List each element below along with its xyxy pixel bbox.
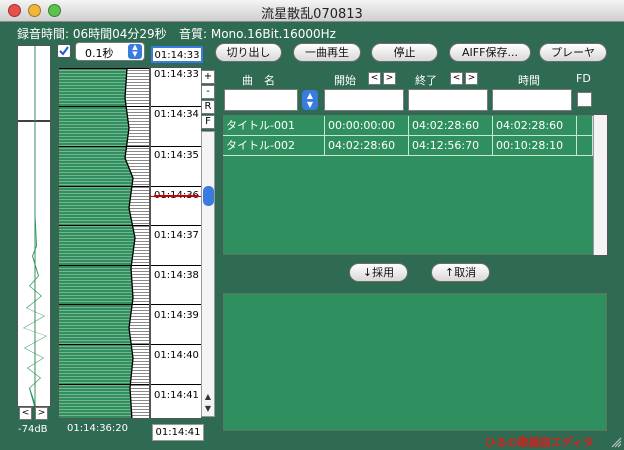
meter-right-button[interactable]: >	[35, 407, 48, 420]
scroll-down-icon[interactable]: ▼	[202, 404, 214, 416]
cell-fd	[577, 116, 593, 136]
end-prev-button[interactable]: <	[450, 72, 463, 85]
lower-list-panel	[222, 292, 608, 432]
waveform-graph	[59, 68, 149, 418]
cell-title: タイトル-002	[223, 136, 325, 156]
forward-button[interactable]: F	[201, 115, 215, 129]
tick-label: 01:14:34	[154, 109, 199, 120]
tick-label: 01:14:38	[154, 270, 199, 281]
title-dropdown-icon[interactable]: ▲ ▼	[302, 90, 318, 110]
meter-left-button[interactable]: <	[19, 407, 32, 420]
zoom-out-button[interactable]: -	[201, 85, 215, 99]
tick-label: 01:14:41	[154, 390, 199, 401]
table-scrollbar[interactable]	[593, 115, 607, 255]
step-select-value: 0.1秒	[85, 47, 114, 60]
adopt-button[interactable]: ↓採用	[349, 263, 408, 282]
tick-label: 01:14:37	[154, 230, 199, 241]
col-fd-header: FD	[576, 72, 591, 85]
cell-title: タイトル-001	[223, 116, 325, 136]
cell-fd	[577, 136, 593, 156]
title-bar: 流星散乱070813	[0, 0, 624, 22]
col-end-header: 終了	[415, 74, 437, 87]
step-select[interactable]: 0.1秒 ▲ ▼	[75, 42, 145, 61]
cell-end: 04:02:28:60	[409, 116, 493, 136]
cell-start: 04:02:28:60	[325, 136, 409, 156]
zoom-in-button[interactable]: +	[201, 70, 215, 84]
start-prev-button[interactable]: <	[368, 72, 381, 85]
cell-start: 00:00:00:00	[325, 116, 409, 136]
cancel-button[interactable]: ↑取消	[431, 263, 490, 282]
table-row[interactable]: タイトル-002 04:02:28:60 04:12:56:70 00:10:2…	[223, 136, 593, 156]
checkmark-icon	[59, 46, 69, 56]
step-checkbox[interactable]	[57, 44, 71, 58]
app-footer-label: ひるの歌謡曲エディタ	[484, 436, 594, 449]
resize-grip-icon[interactable]	[611, 437, 622, 448]
window-title: 流星散乱070813	[261, 7, 363, 22]
tick-label: 01:14:33	[154, 69, 199, 80]
duration-input[interactable]	[492, 89, 572, 111]
timeline-start-label: 01:14:36:20	[67, 423, 129, 434]
col-duration-header: 時間	[518, 74, 540, 87]
stop-button[interactable]: 停止	[371, 43, 438, 62]
player-button[interactable]: プレーヤ	[539, 43, 607, 62]
scroll-up-icon[interactable]: ▲	[202, 392, 214, 404]
timeline-end-display: 01:14:41	[152, 424, 204, 441]
col-start-header: 開始	[334, 74, 356, 87]
start-next-button[interactable]: >	[383, 72, 396, 85]
app-window: 流星散乱070813 録音時間: 06時間04分29秒 音質: Mono.16B…	[0, 0, 624, 450]
tick-label: 01:14:35	[154, 150, 199, 161]
title-input[interactable]	[224, 89, 298, 111]
rewind-button[interactable]: R	[201, 100, 215, 114]
meter-db-label: -74dB	[18, 424, 48, 435]
tick-label: 01:14:39	[154, 310, 199, 321]
audio-quality: 音質: Mono.16Bit.16000Hz	[179, 27, 336, 41]
tick-label: 01:14:40	[154, 350, 199, 361]
cut-button[interactable]: 切り出し	[215, 43, 282, 62]
recording-time: 録音時間: 06時間04分29秒	[17, 27, 167, 41]
play-one-button[interactable]: 一曲再生	[293, 43, 361, 62]
fd-checkbox[interactable]	[577, 92, 592, 107]
playhead-line	[150, 196, 202, 197]
col-title-header: 曲 名	[242, 74, 275, 87]
scroll-thumb[interactable]	[203, 186, 214, 206]
cell-end: 04:12:56:70	[409, 136, 493, 156]
level-meter-graph	[18, 46, 50, 406]
waveform-view[interactable]	[58, 67, 150, 419]
cell-duration: 04:02:28:60	[493, 116, 577, 136]
level-meter	[17, 45, 51, 407]
track-table: タイトル-001 00:00:00:00 04:02:28:60 04:02:2…	[222, 114, 608, 256]
table-row[interactable]: タイトル-001 00:00:00:00 04:02:28:60 04:02:2…	[223, 116, 593, 136]
chevron-updown-icon: ▲ ▼	[128, 44, 142, 59]
end-input[interactable]	[408, 89, 488, 111]
current-time-display: 01:14:33	[151, 46, 203, 63]
timeline-ticks: 01:14:33 01:14:34 01:14:35 01:14:36 01:1…	[150, 67, 202, 419]
aiff-save-button[interactable]: AIFF保存...	[449, 43, 531, 62]
cell-duration: 00:10:28:10	[493, 136, 577, 156]
timeline-scrollbar[interactable]: ▼ ▲	[201, 131, 215, 417]
end-next-button[interactable]: >	[465, 72, 478, 85]
start-input[interactable]	[324, 89, 404, 111]
